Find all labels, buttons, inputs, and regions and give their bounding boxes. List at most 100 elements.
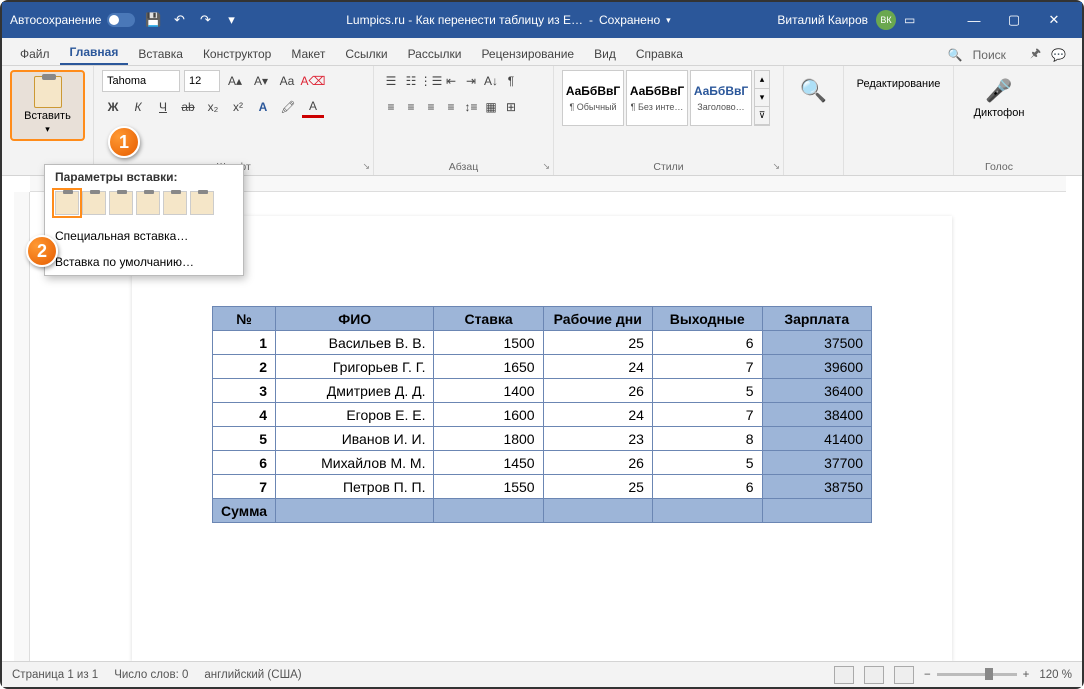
paste-keep-source-icon[interactable]: [55, 191, 79, 215]
subscript-icon[interactable]: x₂: [202, 96, 224, 118]
styles-launcher-icon[interactable]: ↘: [772, 161, 780, 172]
highlight-icon[interactable]: 🖍: [277, 96, 299, 118]
table-row: 4Егоров Е. Е.160024738400: [213, 403, 872, 427]
paste-picture-icon[interactable]: [163, 191, 187, 215]
th-pay: Зарплата: [762, 307, 871, 331]
tab-mailings[interactable]: Рассылки: [398, 42, 472, 65]
paste-menu-title: Параметры вставки:: [45, 165, 243, 187]
superscript-icon[interactable]: x²: [227, 96, 249, 118]
data-table: № ФИО Ставка Рабочие дни Выходные Зарпла…: [212, 306, 872, 523]
status-words[interactable]: Число слов: 0: [114, 669, 188, 681]
tab-view[interactable]: Вид: [584, 42, 626, 65]
shrink-font-icon[interactable]: A▾: [250, 70, 272, 92]
bullets-icon[interactable]: ☰: [382, 70, 400, 92]
avatar[interactable]: ВК: [876, 10, 896, 30]
chevron-down-icon: ▾: [45, 124, 50, 135]
undo-icon[interactable]: ↶: [171, 12, 187, 28]
view-read-icon[interactable]: [834, 666, 854, 684]
italic-icon[interactable]: К: [127, 96, 149, 118]
qat-more-icon[interactable]: ▾: [223, 12, 239, 28]
paste-button[interactable]: Вставить ▾: [10, 70, 85, 141]
zoom-in-icon[interactable]: +: [1023, 669, 1030, 681]
tab-references[interactable]: Ссылки: [335, 42, 397, 65]
paste-default-menu[interactable]: Вставка по умолчанию…: [45, 249, 243, 275]
multilevel-icon[interactable]: ⋮☰: [422, 70, 440, 92]
strike-icon[interactable]: ab: [177, 96, 199, 118]
saved-status: Сохранено: [599, 13, 660, 27]
titlebar: Автосохранение 💾 ↶ ↷ ▾ Lumpics.ru - Как …: [2, 2, 1082, 38]
styles-scroll[interactable]: ▴▾⊽: [754, 70, 770, 126]
th-off: Выходные: [652, 307, 762, 331]
close-button[interactable]: ✕: [1034, 2, 1074, 38]
font-launcher-icon[interactable]: ↘: [362, 161, 370, 172]
save-icon[interactable]: 💾: [145, 12, 161, 28]
table-row: 1Васильев В. В.150025637500: [213, 331, 872, 355]
underline-icon[interactable]: Ч: [152, 96, 174, 118]
editing-group[interactable]: Редактирование: [852, 70, 945, 90]
ribbon-display-icon[interactable]: ▭: [904, 13, 944, 27]
paste-destination-style-icon[interactable]: [82, 191, 106, 215]
show-marks-icon[interactable]: ¶: [502, 70, 520, 92]
vertical-ruler[interactable]: [14, 192, 30, 661]
maximize-button[interactable]: ▢: [994, 2, 1034, 38]
justify-icon[interactable]: ≡: [442, 96, 460, 118]
borders-icon[interactable]: ⊞: [502, 96, 520, 118]
paste-special-menu[interactable]: Специальная вставка…: [45, 223, 243, 249]
status-page[interactable]: Страница 1 из 1: [12, 669, 98, 681]
view-print-icon[interactable]: [864, 666, 884, 684]
tab-help[interactable]: Справка: [626, 42, 693, 65]
numbering-icon[interactable]: ☷: [402, 70, 420, 92]
tab-design[interactable]: Конструктор: [193, 42, 281, 65]
th-rate: Ставка: [434, 307, 543, 331]
tab-home[interactable]: Главная: [60, 40, 129, 65]
sort-icon[interactable]: A↓: [482, 70, 500, 92]
table-row: 3Дмитриев Д. Д.140026536400: [213, 379, 872, 403]
line-spacing-icon[interactable]: ↕≡: [462, 96, 480, 118]
indent-icon[interactable]: ⇥: [462, 70, 480, 92]
zoom-out-icon[interactable]: −: [924, 669, 931, 681]
autosave-toggle[interactable]: [107, 13, 135, 27]
zoom-slider[interactable]: [937, 673, 1017, 676]
font-color-icon[interactable]: A: [302, 96, 324, 118]
shading-icon[interactable]: ▦: [482, 96, 500, 118]
paste-options-menu: Параметры вставки: Специальная вставка… …: [44, 164, 244, 276]
bold-icon[interactable]: Ж: [102, 96, 124, 118]
para-launcher-icon[interactable]: ↘: [542, 161, 550, 172]
paste-link-source-icon[interactable]: [109, 191, 133, 215]
dedent-icon[interactable]: ⇤: [442, 70, 460, 92]
text-effects-icon[interactable]: A: [252, 96, 274, 118]
zoom-level[interactable]: 120 %: [1039, 669, 1072, 681]
document-page: № ФИО Ставка Рабочие дни Выходные Зарпла…: [132, 216, 952, 661]
table-row: 6Михайлов М. М.145026537700: [213, 451, 872, 475]
callout-marker-2: 2: [26, 235, 58, 267]
minimize-button[interactable]: —: [954, 2, 994, 38]
font-name-combo[interactable]: [102, 70, 180, 92]
tab-file[interactable]: Файл: [10, 42, 60, 65]
tab-layout[interactable]: Макет: [281, 42, 335, 65]
align-right-icon[interactable]: ≡: [422, 96, 440, 118]
tab-insert[interactable]: Вставка: [128, 42, 193, 65]
status-lang[interactable]: английский (США): [204, 669, 301, 681]
callout-marker-1: 1: [108, 126, 140, 158]
change-case-icon[interactable]: Aa: [276, 70, 298, 92]
paste-link-dest-icon[interactable]: [136, 191, 160, 215]
clear-format-icon[interactable]: A⌫: [302, 70, 324, 92]
tab-search[interactable]: Поиск: [973, 48, 1006, 62]
paste-text-only-icon[interactable]: [190, 191, 214, 215]
style-normal[interactable]: АаБбВвГ ¶ Обычный: [562, 70, 624, 126]
align-center-icon[interactable]: ≡: [402, 96, 420, 118]
font-size-combo[interactable]: [184, 70, 220, 92]
style-heading1[interactable]: АаБбВвГ Заголово…: [690, 70, 752, 126]
comments-icon[interactable]: 💬: [1051, 48, 1066, 62]
search-icon[interactable]: 🔍: [948, 48, 963, 62]
find-icon[interactable]: 🔍: [800, 78, 827, 104]
share-icon[interactable]: 🖈: [1030, 44, 1041, 65]
dictate-icon[interactable]: 🎤: [985, 78, 1012, 104]
table-row: 5Иванов И. И.180023841400: [213, 427, 872, 451]
tab-review[interactable]: Рецензирование: [471, 42, 584, 65]
style-nospacing[interactable]: АаБбВвГ ¶ Без инте…: [626, 70, 688, 126]
redo-icon[interactable]: ↷: [197, 12, 213, 28]
grow-font-icon[interactable]: A▴: [224, 70, 246, 92]
align-left-icon[interactable]: ≡: [382, 96, 400, 118]
view-web-icon[interactable]: [894, 666, 914, 684]
